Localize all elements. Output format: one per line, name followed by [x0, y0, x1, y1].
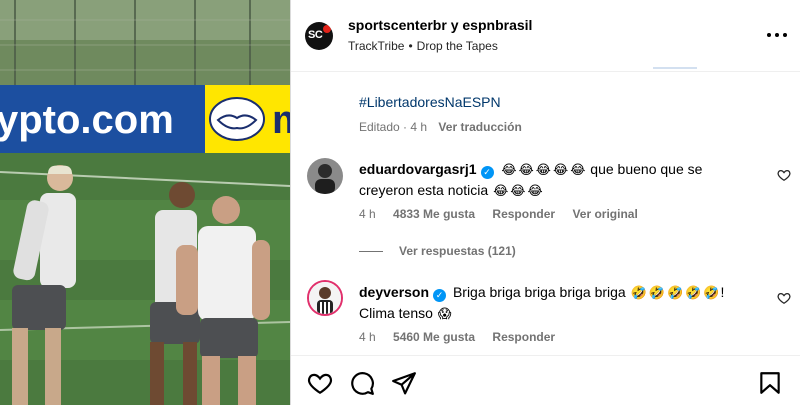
banner-text-2: m [272, 98, 290, 142]
instagram-post-view: ypto.com m SC sportscenterbr y espnbrasi… [0, 0, 800, 405]
video-player[interactable]: ypto.com m [0, 0, 290, 405]
post-header: SC sportscenterbr y espnbrasil TrackTrib… [291, 0, 800, 72]
comment-body-line2: Clima tenso [359, 305, 433, 321]
more-dot [783, 33, 787, 37]
emoji: 🤣 [685, 285, 702, 300]
comment-time[interactable]: 4 h [359, 330, 376, 344]
emoji: 😂 [518, 162, 534, 177]
emoji: 😂 [493, 183, 509, 198]
comment-username-link[interactable]: deyverson [359, 284, 429, 300]
comment-icon[interactable] [349, 370, 375, 396]
author-secondary-link[interactable]: espnbrasil [462, 17, 532, 33]
edited-label: Editado [359, 120, 400, 134]
comment-meta: 4 h 5460 Me gusta Responder [359, 330, 569, 344]
comment-like-heart-icon[interactable] [777, 291, 791, 305]
emoji: 😂 [535, 162, 551, 177]
comment-body-punct: ! [720, 284, 725, 300]
caption-meta: Editado · 4 h Ver traducción [359, 120, 522, 134]
audio-line: TrackTribe • Drop the Tapes [348, 39, 498, 53]
comment-time[interactable]: 4 h [359, 207, 376, 221]
emoji: 🤣 [630, 285, 647, 300]
replies-divider [359, 251, 383, 253]
author-conjunction: y [450, 17, 459, 33]
bookmark-icon[interactable] [757, 370, 783, 396]
caption-clipped-text [653, 63, 698, 73]
emoji: 😂 [527, 183, 543, 198]
emoji: 😂 [570, 162, 586, 177]
audio-artist-link[interactable]: TrackTribe [348, 39, 404, 53]
comment-text: eduardovargasrj1 ✓ 😂 😂 😂 😂 😂 que bueno que se… [359, 159, 759, 201]
more-options-icon[interactable] [767, 26, 787, 44]
reply-button[interactable]: Responder [492, 207, 555, 221]
emoji: 😂 [501, 162, 517, 177]
avatar-dot-icon [323, 25, 331, 33]
video-frame: ypto.com m [0, 0, 290, 405]
emoji: 🤣 [666, 285, 684, 300]
post-panel: SC sportscenterbr y espnbrasil TrackTrib… [290, 0, 800, 405]
comment-item: deyverson ✓ Briga briga briga briga briga… [291, 278, 800, 348]
reply-button[interactable]: Responder [492, 330, 555, 344]
emoji: 😂 [553, 162, 569, 177]
more-dot [767, 33, 771, 37]
see-original-button[interactable]: Ver original [572, 207, 637, 221]
emoji: 🤣 [703, 285, 720, 300]
audio-separator: • [408, 39, 413, 53]
avatar-text: SC [308, 29, 323, 41]
audio-title-link[interactable]: Drop the Tapes [417, 39, 498, 53]
caption-hashtag-link[interactable]: #LibertadoresNaESPN [359, 94, 501, 110]
more-dot [775, 33, 779, 37]
author-primary-link[interactable]: sportscenterbr [348, 17, 447, 33]
comment-body: Briga briga briga briga briga [452, 284, 626, 300]
comment-meta: 4 h 4833 Me gusta Responder Ver original [359, 207, 652, 221]
comment-text: deyverson ✓ Briga briga briga briga briga… [359, 282, 759, 324]
see-translation-button[interactable]: Ver traducción [438, 120, 521, 134]
commenter-avatar[interactable] [307, 280, 343, 316]
send-icon[interactable] [391, 370, 417, 396]
verified-icon: ✓ [480, 166, 494, 179]
meta-dot: · [403, 120, 408, 134]
post-actions-bar [291, 355, 800, 405]
emoji: 😂 [510, 183, 526, 198]
emoji: 🤣 [648, 285, 665, 300]
view-replies-label: Ver respuestas (121) [399, 244, 516, 258]
heart-icon[interactable] [307, 370, 333, 396]
comment-likes-link[interactable]: 5460 Me gusta [393, 330, 475, 344]
commenter-avatar[interactable] [307, 158, 343, 194]
comment-likes-link[interactable]: 4833 Me gusta [393, 207, 475, 221]
caption-time[interactable]: 4 h [410, 120, 427, 134]
author-avatar[interactable]: SC [305, 22, 333, 50]
view-replies-button[interactable]: Ver respuestas (121) [359, 244, 516, 258]
comment-username-link[interactable]: eduardovargasrj1 [359, 161, 477, 177]
author-line: sportscenterbr y espnbrasil [348, 17, 532, 33]
verified-icon: ✓ [433, 289, 447, 302]
banner-text: ypto.com [0, 98, 174, 142]
comment-like-heart-icon[interactable] [777, 168, 791, 182]
emoji: 😱 [437, 306, 452, 321]
comment-item: eduardovargasrj1 ✓ 😂 😂 😂 😂 😂 que bueno que se… [291, 155, 800, 225]
